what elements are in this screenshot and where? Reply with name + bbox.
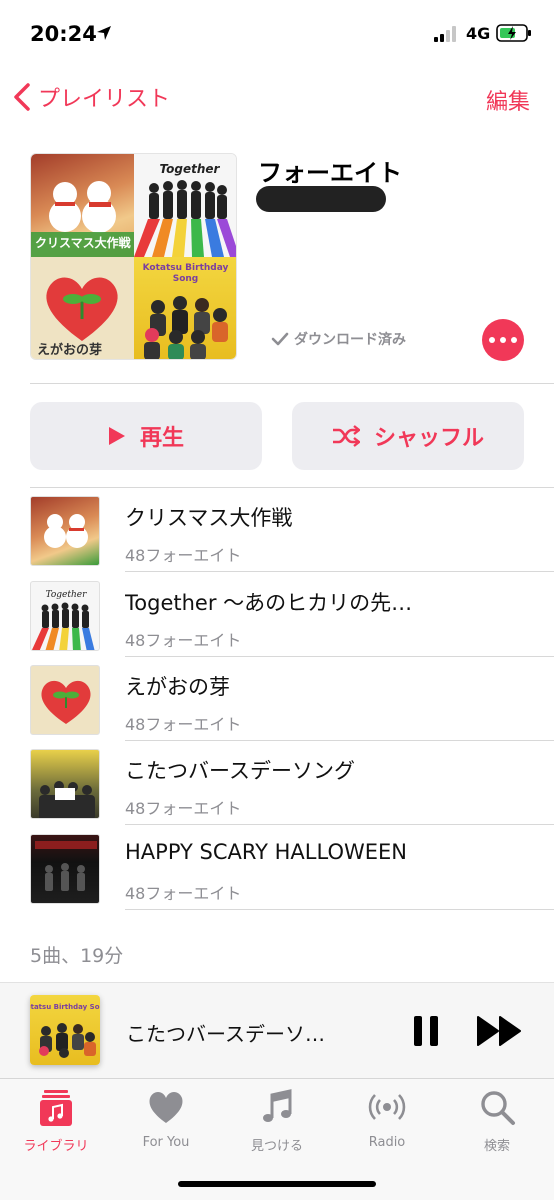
- location-arrow-icon: [97, 26, 111, 40]
- tile-label: クリスマス大作戦: [35, 236, 131, 250]
- playlist-summary: 5曲、19分: [30, 945, 124, 967]
- track-artwork: [30, 749, 100, 819]
- status-time: 20:24: [30, 22, 97, 46]
- header-divider: [30, 383, 554, 384]
- track-artist: 48フォーエイト: [125, 546, 242, 565]
- play-button[interactable]: 再生: [30, 402, 262, 470]
- track-title: Together 〜あのヒカリの先…: [125, 591, 413, 615]
- redacted-curator: [256, 186, 386, 212]
- tab-label: Radio: [368, 1135, 406, 1150]
- status-bar: 20:24 4G: [0, 0, 554, 64]
- tab-label: For You: [142, 1135, 190, 1150]
- track-row[interactable]: クリスマス大作戦 48フォーエイト: [0, 488, 554, 572]
- track-artwork: [30, 665, 100, 735]
- back-button[interactable]: プレイリスト: [12, 82, 170, 112]
- tile-label: えがおの芽: [37, 342, 103, 358]
- tab-radio[interactable]: Radio: [337, 1087, 437, 1150]
- track-row[interactable]: えがおの芽 48フォーエイト: [0, 657, 554, 741]
- now-playing-title: こたつバースデーソ…: [126, 1022, 325, 1046]
- download-status: ダウンロード済み: [270, 329, 406, 349]
- search-icon: [481, 1091, 515, 1125]
- signal-icon: [434, 26, 456, 42]
- ellipsis-icon: [489, 337, 495, 343]
- track-title: HAPPY SCARY HALLOWEEN: [125, 840, 407, 864]
- art-title-text: Kotatsu Birthday Song: [30, 1003, 100, 1011]
- artwork-tile-kotatsu: Kotatsu Birthday Song: [133, 256, 236, 359]
- playlist-artwork: クリスマス大作戦 Together えがおの芽 Kotatsu Birthday…: [30, 153, 237, 360]
- tab-search[interactable]: 検索: [447, 1087, 547, 1154]
- track-artwork: [30, 834, 100, 904]
- play-icon: [108, 427, 125, 445]
- tab-for-you[interactable]: For You: [116, 1087, 216, 1150]
- now-playing-artwork: Kotatsu Birthday Song: [30, 995, 100, 1065]
- battery-charging-icon: [496, 24, 531, 42]
- track-artwork: [30, 496, 100, 566]
- nav-bar: プレイリスト 編集: [0, 72, 554, 122]
- shuffle-icon: [332, 425, 360, 447]
- edit-button[interactable]: 編集: [486, 84, 530, 116]
- play-button-label: 再生: [139, 426, 184, 451]
- more-options-button[interactable]: [482, 319, 524, 361]
- track-row[interactable]: Together Together 〜あのヒカリの先… 48フォーエイト: [0, 573, 554, 657]
- artwork-tile-together: Together: [133, 154, 236, 257]
- radio-icon: [368, 1094, 406, 1120]
- track-title: こたつバースデーソング: [125, 759, 355, 783]
- shuffle-button-label: シャッフル: [373, 426, 484, 451]
- tab-label: 見つける: [250, 1139, 303, 1154]
- library-icon: [40, 1090, 72, 1126]
- tab-label: 検索: [483, 1139, 510, 1154]
- track-title: えがおの芽: [125, 675, 230, 699]
- tile-label: Together: [159, 162, 220, 176]
- track-row[interactable]: こたつバースデーソング 48フォーエイト: [0, 741, 554, 825]
- row-divider: [125, 909, 554, 910]
- heart-icon: [149, 1092, 183, 1123]
- tab-library[interactable]: ライブラリ: [6, 1087, 106, 1154]
- back-button-label: プレイリスト: [38, 87, 171, 112]
- artwork-tile-egao: えがおの芽: [31, 256, 134, 359]
- track-title: クリスマス大作戦: [125, 506, 293, 530]
- track-artwork: Together: [30, 581, 100, 651]
- tab-label: ライブラリ: [23, 1139, 89, 1154]
- tab-browse[interactable]: 見つける: [227, 1087, 327, 1154]
- row-divider: [125, 571, 554, 572]
- art-title-text: Together: [46, 590, 88, 600]
- network-type: 4G: [466, 24, 491, 43]
- track-artist: 48フォーエイト: [125, 715, 242, 734]
- home-indicator[interactable]: [178, 1181, 376, 1187]
- track-artist: 48フォーエイト: [125, 631, 242, 650]
- download-status-label: ダウンロード済み: [294, 332, 406, 348]
- tile-label: Kotatsu Birthday Song: [142, 262, 229, 284]
- checkmark-icon: [271, 332, 289, 346]
- fast-forward-icon[interactable]: [476, 1015, 524, 1047]
- track-artist: 48フォーエイト: [125, 884, 242, 903]
- mini-player[interactable]: Kotatsu Birthday Song こたつバースデーソ…: [0, 982, 554, 1078]
- playlist-title: フォーエイト: [258, 159, 402, 187]
- track-artist: 48フォーエイト: [125, 799, 242, 818]
- track-row[interactable]: HAPPY SCARY HALLOWEEN 48フォーエイト: [0, 826, 554, 910]
- pause-icon[interactable]: [412, 1015, 440, 1047]
- music-note-icon: [263, 1089, 292, 1122]
- artwork-tile-christmas: クリスマス大作戦: [31, 154, 134, 257]
- chevron-left-icon: [14, 83, 30, 111]
- row-divider: [125, 824, 554, 825]
- shuffle-button[interactable]: シャッフル: [292, 402, 524, 470]
